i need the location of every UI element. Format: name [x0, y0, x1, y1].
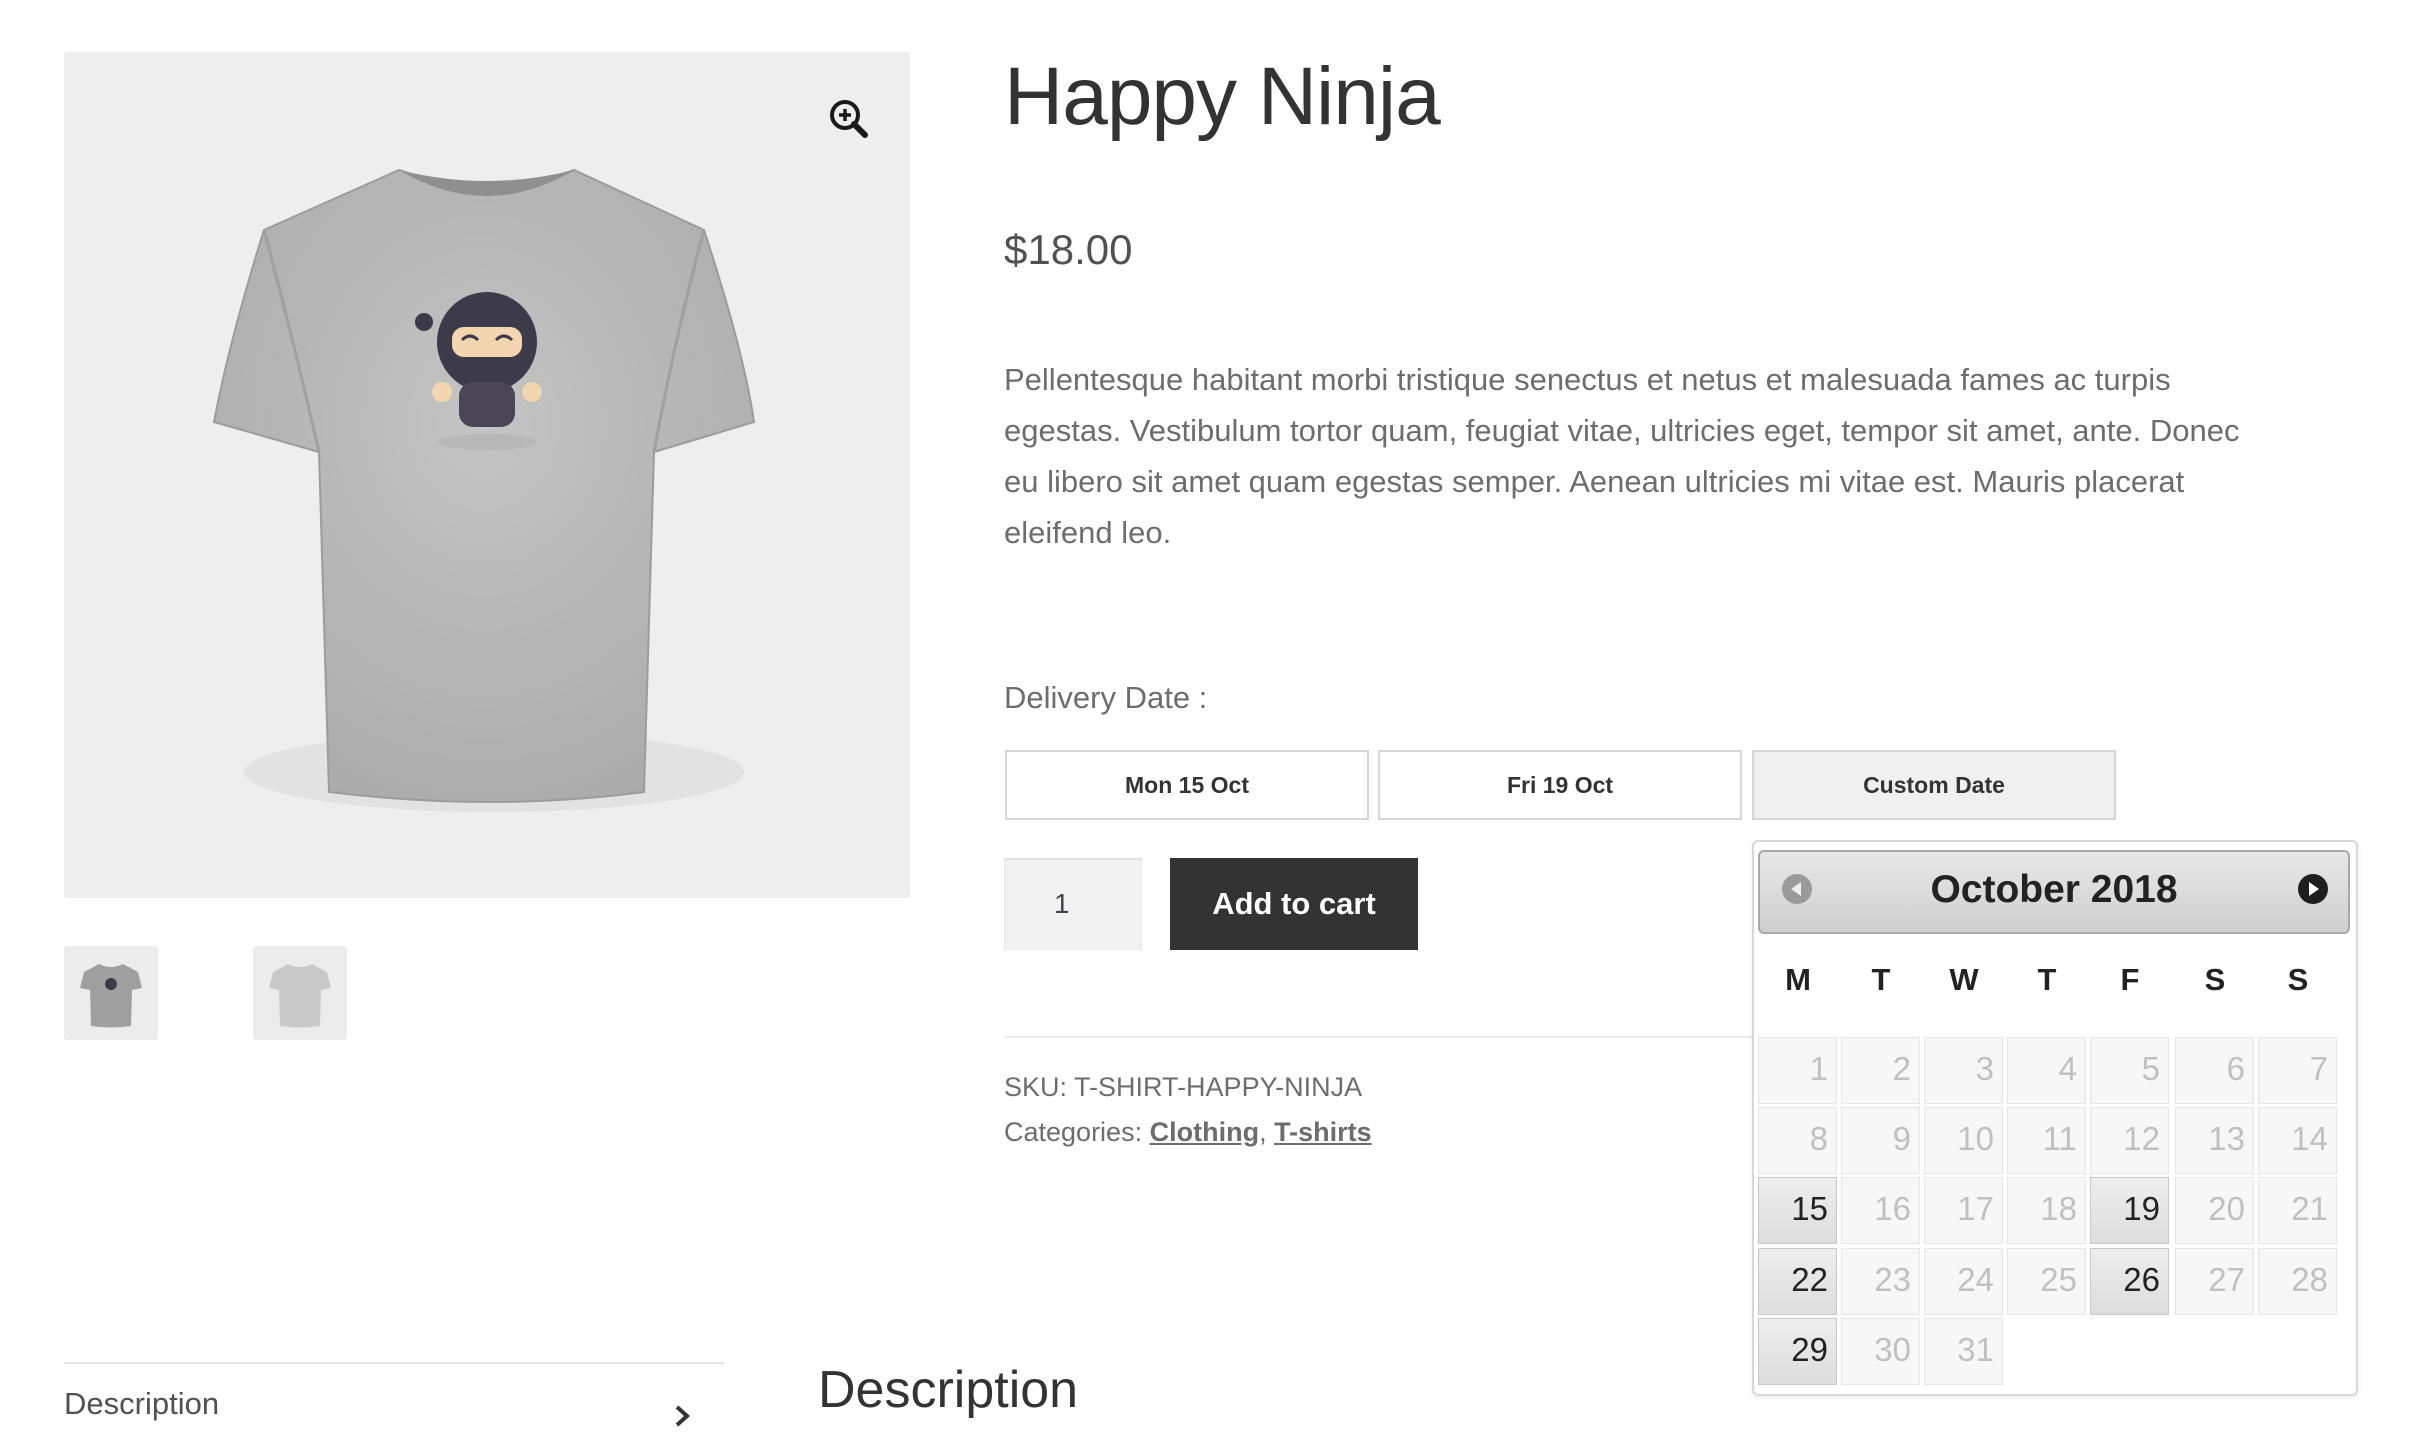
calendar-day-disabled: 9	[1841, 1107, 1920, 1174]
calendar-day-disabled: 3	[1924, 1037, 2003, 1104]
quantity-input[interactable]	[1004, 858, 1142, 950]
calendar-day-disabled: 23	[1841, 1248, 1920, 1315]
calendar-day-disabled: 4	[2007, 1037, 2086, 1104]
datepicker-month-title: October 2018	[1930, 868, 2178, 911]
calendar-day-disabled: 24	[1924, 1248, 2003, 1315]
delivery-option-mon-15[interactable]: Mon 15 Oct	[1005, 750, 1369, 820]
calendar-day-available[interactable]: 29	[1758, 1318, 1837, 1385]
calendar-day-disabled: 8	[1758, 1107, 1837, 1174]
weekday-header: T	[1871, 962, 1891, 997]
next-arrow-icon	[2309, 882, 2319, 896]
calendar-day-disabled: 25	[2007, 1248, 2086, 1315]
thumbnail-shirt-image	[269, 964, 331, 1028]
calendar-day-disabled: 7	[2258, 1037, 2337, 1104]
calendar-day-disabled: 12	[2090, 1107, 2169, 1174]
product-short-description: Pellentesque habitant morbi tristique se…	[1004, 362, 2240, 550]
category-link-tshirts[interactable]: T-shirts	[1274, 1117, 1372, 1147]
tab-description[interactable]: Description	[64, 1386, 694, 1446]
categories-label: Categories:	[1004, 1117, 1143, 1147]
calendar-day-available[interactable]: 19	[2090, 1177, 2169, 1244]
tabs-divider	[64, 1362, 724, 1364]
calendar-day-available[interactable]: 26	[2090, 1248, 2169, 1315]
calendar-day-disabled: 27	[2175, 1248, 2254, 1315]
product-title: Happy Ninja	[1004, 51, 1441, 142]
category-separator: ,	[1259, 1117, 1267, 1147]
calendar-day-disabled: 5	[2090, 1037, 2169, 1104]
tshirt-image	[212, 168, 756, 812]
weekday-header: F	[2120, 962, 2140, 997]
next-month-button[interactable]	[2298, 874, 2328, 904]
calendar-day-disabled: 31	[1924, 1318, 2003, 1385]
calendar-day-disabled: 10	[1924, 1107, 2003, 1174]
calendar-day-disabled: 18	[2007, 1177, 2086, 1244]
calendar-day-disabled: 21	[2258, 1177, 2337, 1244]
thumbnail-back[interactable]	[253, 946, 347, 1040]
chevron-right-icon	[672, 1404, 692, 1433]
prev-arrow-icon	[1791, 882, 1801, 896]
calendar-day-disabled: 14	[2258, 1107, 2337, 1174]
calendar-day-disabled: 16	[1841, 1177, 1920, 1244]
delivery-option-fri-19[interactable]: Fri 19 Oct	[1378, 750, 1742, 820]
thumbnail-shirt-image	[80, 964, 142, 1028]
zoom-button[interactable]	[820, 90, 880, 150]
calendar-day-disabled: 6	[2175, 1037, 2254, 1104]
category-link-clothing[interactable]: Clothing	[1150, 1117, 1259, 1147]
sku-value: T-SHIRT-HAPPY-NINJA	[1074, 1072, 1363, 1102]
calendar-day-available[interactable]: 22	[1758, 1248, 1837, 1315]
calendar-day-disabled: 28	[2258, 1248, 2337, 1315]
weekday-header: W	[1949, 962, 1979, 997]
product-price: $18.00	[1004, 226, 1133, 273]
weekday-header: S	[2287, 962, 2309, 997]
product-main-image[interactable]	[64, 52, 910, 898]
sku-line: SKU: T-SHIRT-HAPPY-NINJA	[1004, 1072, 1362, 1103]
calendar-day-disabled: 11	[2007, 1107, 2086, 1174]
thumbnail-front[interactable]	[64, 946, 158, 1040]
meta-divider	[1004, 1036, 1754, 1038]
categories-line: Categories: Clothing, T-shirts	[1004, 1117, 1372, 1148]
prev-month-button[interactable]	[1782, 874, 1812, 904]
sku-label: SKU:	[1004, 1072, 1068, 1102]
calendar-day-disabled: 30	[1841, 1318, 1920, 1385]
weekday-header: T	[2037, 962, 2057, 997]
add-to-cart-button[interactable]: Add to cart	[1170, 858, 1418, 950]
delivery-option-custom[interactable]: Custom Date	[1752, 750, 2116, 820]
weekday-header: M	[1785, 962, 1811, 997]
calendar-day-disabled: 2	[1841, 1037, 1920, 1104]
calendar-day-disabled: 13	[2175, 1107, 2254, 1174]
calendar-day-available[interactable]: 15	[1758, 1177, 1837, 1244]
description-heading: Description	[818, 1361, 1079, 1419]
delivery-date-label: Delivery Date :	[1004, 680, 1208, 715]
magnifier-plus-icon	[830, 100, 868, 138]
calendar-day-disabled: 17	[1924, 1177, 2003, 1244]
calendar-day-disabled: 1	[1758, 1037, 1837, 1104]
weekday-header: S	[2204, 962, 2226, 997]
calendar-day-disabled: 20	[2175, 1177, 2254, 1244]
